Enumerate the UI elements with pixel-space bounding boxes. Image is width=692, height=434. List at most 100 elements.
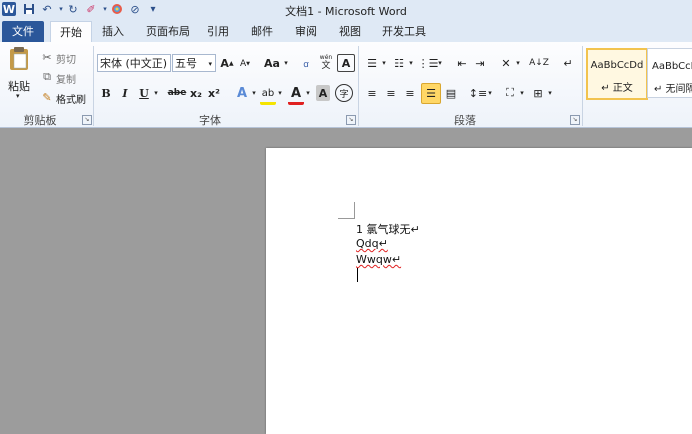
line-spacing-button[interactable]: ↕≡ xyxy=(468,84,488,102)
change-case-icon: Aa xyxy=(264,56,280,70)
paste-icon[interactable] xyxy=(6,46,32,72)
watermark-brand: 搜狗指南 xyxy=(556,351,673,384)
style-no-spacing[interactable]: AaBbCcD ↵ 无间隔 xyxy=(647,48,692,98)
shading-dropdown-icon[interactable]: ▾ xyxy=(518,84,526,102)
style-preview: AaBbCcDd xyxy=(590,60,644,71)
distributed-button[interactable]: ▤ xyxy=(443,84,459,102)
multilevel-list-button[interactable]: ⋮☰ xyxy=(418,54,439,72)
font-color-button[interactable]: A xyxy=(288,84,304,105)
borders-dropdown-icon[interactable]: ▾ xyxy=(546,84,554,102)
superscript-icon: x² xyxy=(208,86,220,100)
cut-button[interactable]: 剪切 xyxy=(56,51,76,66)
highlight-icon: ab xyxy=(261,87,275,99)
font-color-dropdown-icon[interactable]: ▾ xyxy=(304,84,312,102)
character-shading-icon: A xyxy=(318,86,328,100)
tab-home[interactable]: 开始 xyxy=(50,21,92,43)
chinese-layout-button[interactable]: ✕ xyxy=(498,54,514,72)
sort-icon: A↓Z xyxy=(529,58,549,68)
format-painter-icon[interactable]: ✎ xyxy=(40,90,54,104)
paint-bucket-icon: ⛶ xyxy=(506,86,514,99)
style-normal[interactable]: AaBbCcDd ↵ 正文 xyxy=(586,48,648,100)
justify-icon: ☰ xyxy=(426,87,436,100)
tab-page-layout[interactable]: 页面布局 xyxy=(140,21,196,42)
tab-review[interactable]: 审阅 xyxy=(288,21,324,42)
style-preview: AaBbCcD xyxy=(652,61,692,72)
justify-button[interactable]: ☰ xyxy=(421,83,441,104)
character-border-button[interactable]: A xyxy=(337,54,355,72)
borders-icon: ⊞ xyxy=(533,86,543,100)
font-name-select[interactable]: 宋体 (中文正) xyxy=(97,54,171,72)
text-effects-button[interactable]: A xyxy=(234,84,250,102)
subscript-button[interactable]: x₂ xyxy=(188,84,204,102)
tab-file[interactable]: 文件 xyxy=(2,21,44,42)
paste-dropdown-icon[interactable]: ▾ xyxy=(16,92,20,100)
group-divider xyxy=(582,46,583,126)
phonetic-guide-icon: 文 xyxy=(321,61,331,71)
bold-button[interactable]: B xyxy=(99,84,113,102)
tab-view[interactable]: 视图 xyxy=(332,21,368,42)
line-spacing-dropdown-icon[interactable]: ▾ xyxy=(486,84,494,102)
format-painter-button[interactable]: 格式刷 xyxy=(56,91,86,106)
bold-icon: B xyxy=(101,86,111,100)
shrink-font-button[interactable]: A ▼ xyxy=(238,55,252,73)
tab-references[interactable]: 引用 xyxy=(200,21,236,42)
character-shading-button[interactable]: A xyxy=(316,85,330,101)
line-spacing-icon: ↕≡ xyxy=(468,86,488,100)
decrease-indent-icon: ⇤ xyxy=(457,56,467,70)
show-marks-button[interactable]: ↵ xyxy=(560,54,576,72)
bullets-dropdown-icon[interactable]: ▾ xyxy=(380,54,388,72)
font-launcher-icon[interactable]: ↘ xyxy=(346,115,356,125)
ribbon: 粘贴 ▾ ✂ 剪切 ⧉ 复制 ✎ 格式刷 剪贴板 ↘ 宋体 (中文正) 五号 ▾… xyxy=(0,42,692,128)
phonetic-guide-button[interactable]: wén 文 xyxy=(318,52,334,72)
chinese-layout-dropdown-icon[interactable]: ▾ xyxy=(514,54,522,72)
underline-dropdown-icon[interactable]: ▾ xyxy=(152,84,160,102)
multilevel-list-dropdown-icon[interactable]: ▾ xyxy=(436,54,444,72)
copy-icon[interactable]: ⧉ xyxy=(40,70,54,84)
decrease-indent-button[interactable]: ⇤ xyxy=(454,54,470,72)
numbering-dropdown-icon[interactable]: ▾ xyxy=(407,54,415,72)
grow-font-button[interactable]: A ▲ xyxy=(220,54,234,72)
tab-insert[interactable]: 插入 xyxy=(96,21,130,42)
clear-format-button[interactable]: ꭤ xyxy=(298,54,314,72)
document-line-2[interactable]: Qdq↵ xyxy=(356,237,388,250)
sogou-logo-icon: S xyxy=(512,344,552,384)
highlight-button[interactable]: ab xyxy=(260,84,276,105)
cut-icon[interactable]: ✂ xyxy=(40,50,54,64)
shading-button[interactable]: ⛶ xyxy=(502,84,518,102)
group-divider xyxy=(93,46,94,126)
borders-button[interactable]: ⊞ xyxy=(530,84,546,102)
sort-button[interactable]: A↓Z xyxy=(529,54,549,72)
align-left-icon: ≡ xyxy=(367,86,377,100)
highlight-dropdown-icon[interactable]: ▾ xyxy=(276,84,284,102)
text-effects-dropdown-icon[interactable]: ▾ xyxy=(250,84,258,102)
bullets-icon: ☰ xyxy=(367,56,377,70)
window-title: 文档1 - Microsoft Word xyxy=(285,5,407,18)
watermark-url: zhinan.sogou.com xyxy=(520,388,664,404)
document-line-1[interactable]: 1 氯气球无↵ xyxy=(356,221,420,237)
align-right-button[interactable]: ≡ xyxy=(402,84,418,102)
superscript-button[interactable]: x² xyxy=(206,84,222,102)
align-center-button[interactable]: ≡ xyxy=(383,84,399,102)
document-line-3[interactable]: Wwqw↵ xyxy=(356,253,401,266)
align-left-button[interactable]: ≡ xyxy=(364,84,380,102)
change-case-button[interactable]: Aa xyxy=(262,54,282,72)
text-cursor xyxy=(357,268,358,282)
bullets-button[interactable]: ☰ xyxy=(364,54,380,72)
strikethrough-button[interactable]: abe xyxy=(166,84,188,102)
tab-mailings[interactable]: 邮件 xyxy=(244,21,280,42)
clipboard-launcher-icon[interactable]: ↘ xyxy=(82,115,92,125)
style-name: ↵ 无间隔 xyxy=(654,84,692,95)
font-size-select[interactable]: 五号 ▾ xyxy=(172,54,216,72)
italic-button[interactable]: I xyxy=(118,84,132,102)
enclose-characters-button[interactable]: 字 xyxy=(335,84,353,102)
copy-button[interactable]: 复制 xyxy=(56,71,76,86)
tab-developer[interactable]: 开发工具 xyxy=(376,21,432,42)
paragraph-launcher-icon[interactable]: ↘ xyxy=(570,115,580,125)
change-case-dropdown-icon[interactable]: ▾ xyxy=(282,54,290,72)
numbering-button[interactable]: ☷ xyxy=(391,54,407,72)
font-color-icon: A xyxy=(290,85,302,101)
underline-button[interactable]: U xyxy=(137,84,151,102)
paragraph-group-label: 段落 xyxy=(454,114,476,127)
increase-indent-button[interactable]: ⇥ xyxy=(472,54,488,72)
italic-icon: I xyxy=(122,86,128,100)
